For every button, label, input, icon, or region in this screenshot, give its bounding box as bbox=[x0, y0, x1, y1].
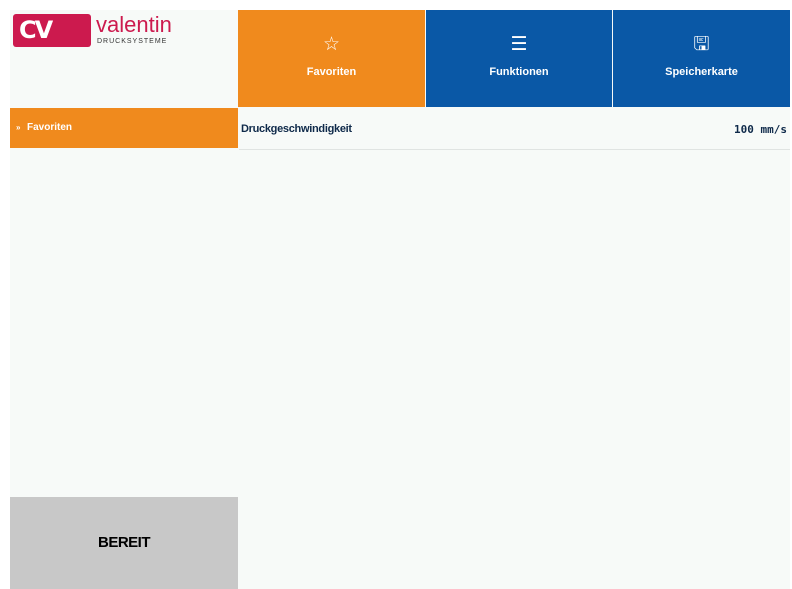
tab-funktionen[interactable]: ☰ Funktionen bbox=[426, 10, 612, 107]
status-text: BEREIT bbox=[97, 534, 151, 551]
setting-name: Druckgeschwindigkeit bbox=[241, 123, 352, 135]
tab-label: Speicherkarte bbox=[665, 66, 738, 78]
status-panel: BEREIT bbox=[10, 497, 238, 589]
setting-value: 100 mm/s bbox=[734, 123, 787, 136]
list-icon: ☰ bbox=[510, 34, 528, 55]
tab-label: Funktionen bbox=[489, 66, 549, 78]
logo-mark: CV bbox=[13, 14, 91, 47]
brand-logo: CV valentin DRUCKSYSTEME bbox=[10, 10, 238, 107]
list-item[interactable]: Druckgeschwindigkeit 100 mm/s bbox=[239, 109, 790, 150]
tab-label: Favoriten bbox=[306, 66, 357, 78]
save-icon: 🖫 bbox=[693, 34, 710, 55]
sidebar-item-label: Favoriten bbox=[27, 122, 73, 133]
tab-favoriten[interactable]: ☆ Favoriten bbox=[238, 10, 425, 107]
chevron-right-icon: » bbox=[16, 123, 21, 132]
brand-name: valentin bbox=[96, 12, 172, 37]
tab-speicherkarte[interactable]: 🖫 Speicherkarte bbox=[613, 10, 790, 107]
brand-subtitle: DRUCKSYSTEME bbox=[97, 38, 168, 45]
star-icon: ☆ bbox=[322, 34, 341, 55]
sidebar-item-favoriten[interactable]: » Favoriten bbox=[10, 108, 238, 148]
printer-ui: CV valentin DRUCKSYSTEME ☆ Favoriten ☰ F… bbox=[10, 10, 790, 589]
logo-letters: CV bbox=[19, 16, 53, 44]
